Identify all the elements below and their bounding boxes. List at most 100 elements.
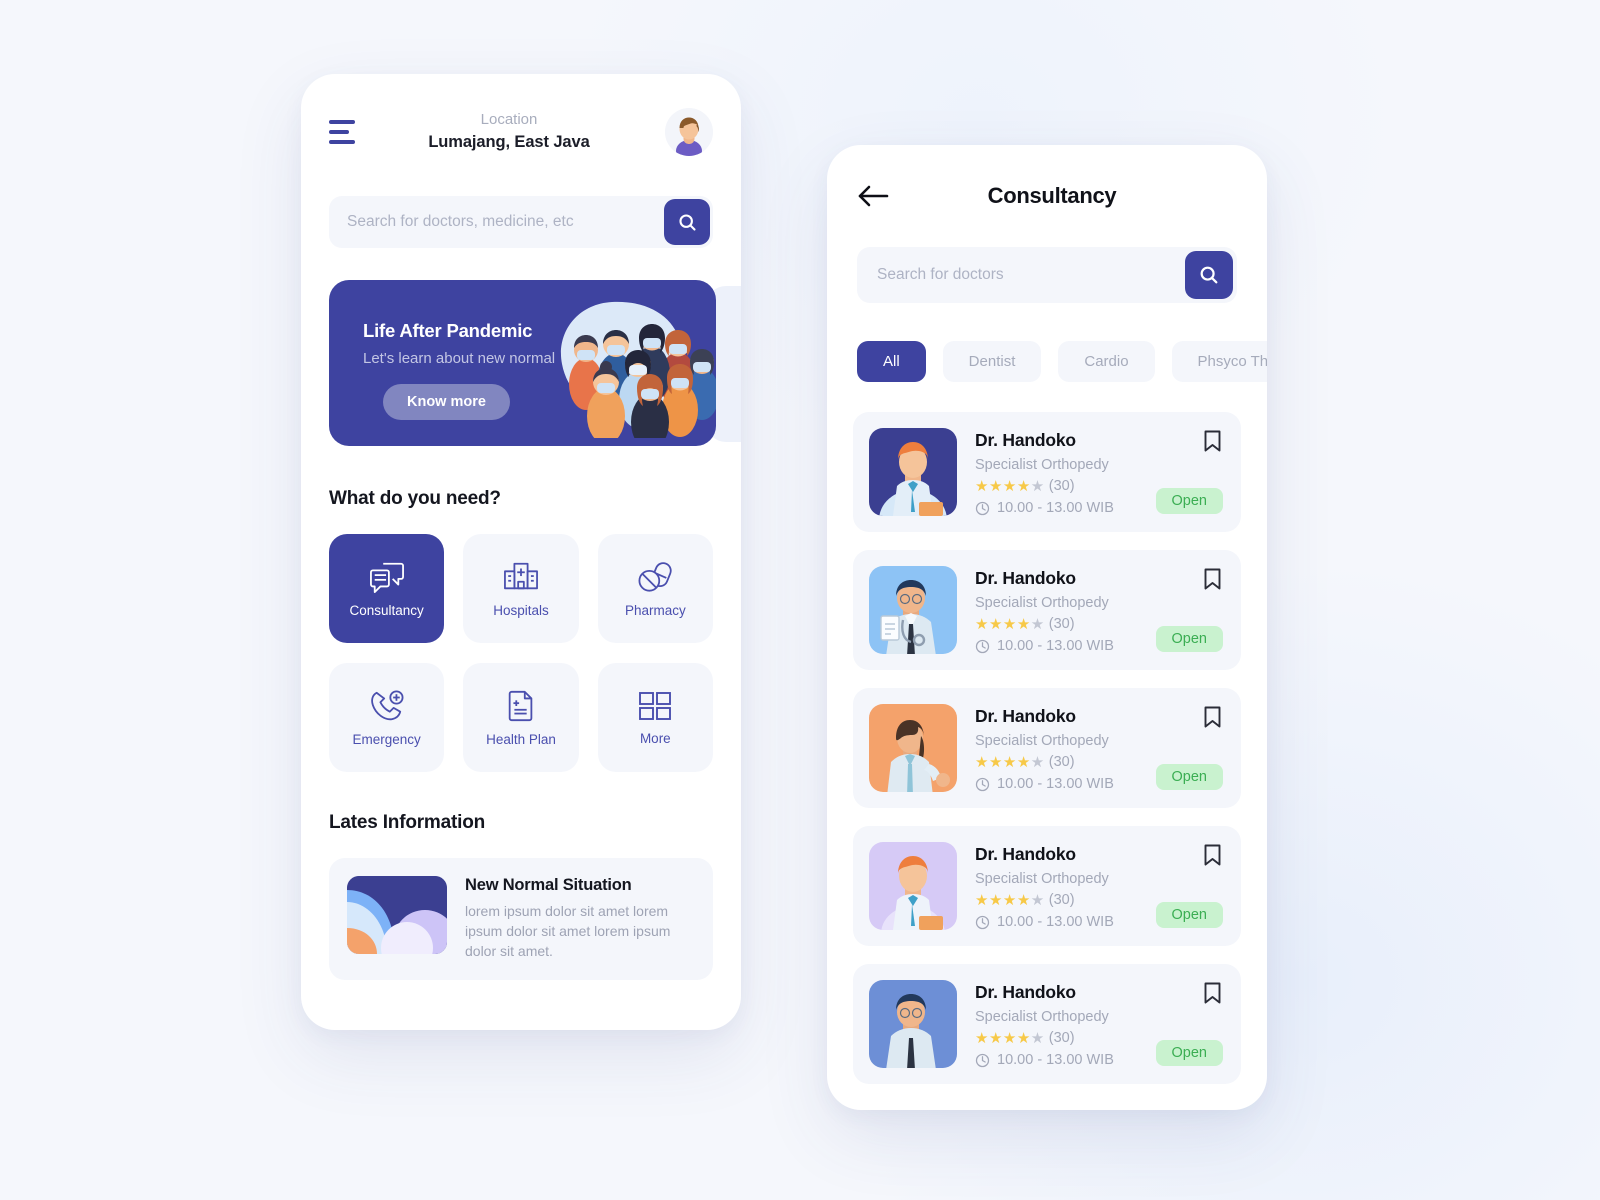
doctor-card[interactable]: Dr. Handoko Specialist Orthopedy ★★★★★ (… [853,412,1241,532]
canvas: Location Lumajang, East Java Search for … [0,0,1600,1200]
abstract-shapes-thumbnail [347,876,447,954]
rating-count: (30) [1048,892,1075,908]
banner-subtitle: Let's learn about new normal [363,350,556,367]
hamburger-line [329,140,355,144]
hours-text: 10.00 - 13.00 WIB [997,914,1114,930]
category-label: Consultancy [349,602,424,618]
hamburger-menu-icon[interactable] [329,120,359,144]
search-placeholder: Search for doctors [877,266,1004,283]
news-card[interactable]: New Normal Situation lorem ipsum dolor s… [329,858,713,980]
hamburger-line [329,120,355,124]
banner-title: Life After Pandemic [363,320,533,341]
star-rating: ★★★★★ [975,477,1045,495]
bookmark-icon[interactable] [1204,568,1221,595]
crowd-with-masks-illustration [560,301,716,438]
rating-count: (30) [1048,754,1075,770]
clock-icon [975,501,990,515]
promo-banner-carousel: Life After Pandemic Let's learn about ne… [301,280,741,448]
category-consultancy[interactable]: Consultancy [329,534,445,643]
doctor-specialty: Specialist Orthopedy [975,457,1109,473]
hours-text: 10.00 - 13.00 WIB [997,638,1114,654]
list-header: Consultancy [827,145,1267,209]
doctor-list: Dr. Handoko Specialist Orthopedy ★★★★★ (… [853,412,1241,1084]
status-badge: Open [1155,626,1223,652]
rating-count: (30) [1048,616,1075,632]
doctor-avatar [869,842,957,930]
search-button[interactable] [664,199,710,245]
bookmark-icon[interactable] [1204,430,1221,457]
bookmark-icon[interactable] [1204,706,1221,733]
doctor-avatar [869,704,957,792]
status-badge: Open [1155,488,1223,514]
star-rating: ★★★★★ [975,753,1045,771]
news-body: lorem ipsum dolor sit amet lorem ipsum d… [465,903,671,959]
chip-phsyco-theraphy[interactable]: Phsyco Theraphy [1171,341,1267,382]
doctor-card[interactable]: Dr. Handoko Specialist Orthopedy ★★★★★ (… [853,826,1241,946]
user-avatar[interactable] [665,108,713,156]
category-more[interactable]: More [597,663,713,772]
doctor-name: Dr. Handoko [975,706,1076,726]
search-icon [1200,266,1218,284]
rating-count: (30) [1048,1030,1075,1046]
chip-dentist[interactable]: Dentist [942,341,1042,382]
phone-consultancy-screen: Consultancy Search for doctors All Denti… [827,145,1267,1110]
search-placeholder: Search for doctors, medicine, etc [347,213,574,230]
bookmark-icon[interactable] [1204,844,1221,871]
status-badge: Open [1155,902,1223,928]
status-badge: Open [1155,1040,1223,1066]
doctor-avatar [869,428,957,516]
news-title: New Normal Situation [465,876,632,894]
hours-text: 10.00 - 13.00 WIB [997,500,1114,516]
clock-icon [975,915,990,929]
doctor-name: Dr. Handoko [975,430,1076,450]
page-title: Consultancy [987,183,1117,208]
hours-text: 10.00 - 13.00 WIB [997,1052,1114,1068]
chip-all[interactable]: All [857,341,926,382]
doctor-card[interactable]: Dr. Handoko Specialist Orthopedy ★★★★★ (… [853,688,1241,808]
doctor-name: Dr. Handoko [975,982,1076,1002]
phone-plus-icon [370,689,404,720]
doctor-name: Dr. Handoko [975,568,1076,588]
doctor-card[interactable]: Dr. Handoko Specialist Orthopedy ★★★★★ (… [853,550,1241,670]
chip-cardio[interactable]: Cardio [1058,341,1155,382]
category-pharmacy[interactable]: Pharmacy [597,534,713,643]
status-badge: Open [1155,764,1223,790]
pills-icon [638,561,672,592]
star-rating: ★★★★★ [975,1029,1045,1047]
category-label: Emergency [352,731,421,747]
know-more-button[interactable]: Know more [383,384,510,420]
category-emergency[interactable]: Emergency [329,663,445,772]
latest-section-title: Lates Information [329,812,486,833]
needs-section-title: What do you need? [329,488,501,509]
doctor-card[interactable]: Dr. Handoko Specialist Orthopedy ★★★★★ (… [853,964,1241,1084]
hamburger-line [329,130,349,134]
clock-icon [975,777,990,791]
location-block[interactable]: Location Lumajang, East Java [363,109,655,155]
doctor-search-bar[interactable]: Search for doctors [857,247,1237,303]
doctor-avatar [869,980,957,1068]
category-grid: Consultancy Hospitals Pharmacy Emergency… [329,534,713,772]
home-search-bar[interactable]: Search for doctors, medicine, etc [329,196,713,248]
doctor-avatar [869,566,957,654]
category-health-plan[interactable]: Health Plan [463,663,579,772]
clock-icon [975,1053,990,1067]
bookmark-icon[interactable] [1204,982,1221,1009]
category-hospitals[interactable]: Hospitals [463,534,579,643]
category-label: Pharmacy [624,602,686,618]
document-plus-icon [508,690,533,721]
specialty-filter-chips: All Dentist Cardio Phsyco Theraphy [857,341,1267,382]
doctor-specialty: Specialist Orthopedy [975,871,1109,887]
category-label: More [639,730,671,746]
hospital-building-icon [504,562,538,589]
search-icon [678,213,696,231]
star-rating: ★★★★★ [975,615,1045,633]
doctor-specialty: Specialist Orthopedy [975,1009,1109,1025]
news-text: New Normal Situation lorem ipsum dolor s… [465,876,695,962]
search-button[interactable] [1185,251,1233,299]
hours-text: 10.00 - 13.00 WIB [997,776,1114,792]
chat-bubbles-icon [369,562,404,593]
grid-squares-icon [639,691,672,720]
promo-banner[interactable]: Life After Pandemic Let's learn about ne… [329,280,716,446]
doctor-specialty: Specialist Orthopedy [975,733,1109,749]
rating-count: (30) [1048,478,1075,494]
